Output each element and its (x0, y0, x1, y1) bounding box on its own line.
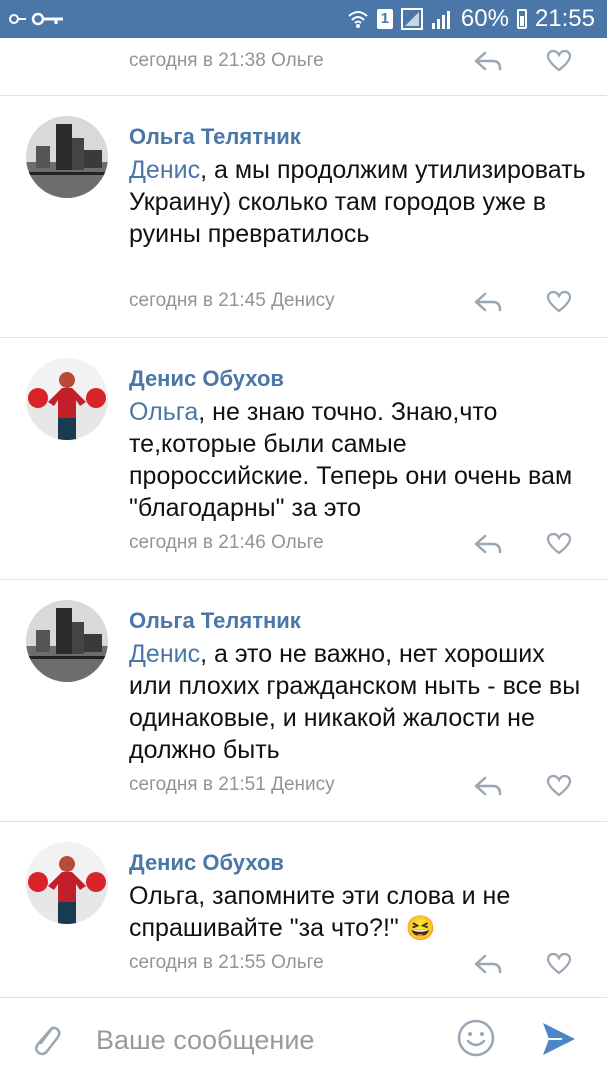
comment-item: Денис Обухов Ольга, запомните эти слова … (0, 822, 607, 995)
comment-item: Ольга Телятник Денис, а мы продолжим ути… (0, 96, 607, 338)
reply-icon[interactable] (473, 532, 503, 556)
sim-badge: 1 (376, 9, 393, 29)
reply-icon[interactable] (473, 290, 503, 314)
comment-text: Денис, а мы продолжим утилизировать Укра… (129, 156, 586, 248)
comment-meta: сегодня в 21:55 Ольге (129, 952, 324, 973)
laughing-emoji-icon: 😆 (405, 915, 436, 942)
comment-text: Ольга, запомните эти слова и не спрашива… (129, 882, 511, 942)
comment-meta: сегодня в 21:51 Денису (129, 774, 335, 795)
reply-icon[interactable] (473, 774, 503, 798)
battery-icon (516, 9, 527, 29)
comment-meta: сегодня в 21:38 Ольге (129, 50, 324, 71)
comment-mention[interactable]: Денис (129, 640, 200, 668)
heart-icon[interactable] (546, 952, 572, 976)
avatar[interactable] (26, 842, 108, 924)
avatar[interactable] (26, 116, 108, 198)
clock: 21:55 (534, 5, 595, 32)
send-icon[interactable] (540, 1020, 578, 1058)
comment-meta: сегодня в 21:45 Денису (129, 290, 335, 311)
message-composer (0, 997, 607, 1080)
comment-item: Денис Обухов Ольга, не знаю точно. Знаю,… (0, 338, 607, 580)
avatar[interactable] (26, 600, 108, 682)
comment-author[interactable]: Ольга Телятник (129, 608, 301, 634)
avatar[interactable] (26, 358, 108, 440)
comment-text: Денис, а это не важно, нет хороших или п… (129, 640, 581, 764)
paperclip-icon[interactable] (28, 1020, 64, 1060)
comment-author[interactable]: Ольга Телятник (129, 124, 301, 150)
comment-item: Ольга Телятник Денис, а это не важно, не… (0, 580, 607, 822)
battery-percent: 60% (460, 5, 509, 32)
comments-feed[interactable]: у сегодня в 21:38 Ольге Ольга Телятник Д… (0, 38, 607, 995)
reply-icon[interactable] (473, 49, 503, 73)
smiley-icon[interactable] (456, 1018, 496, 1058)
signal-bars-icon (431, 8, 453, 30)
comment-meta: сегодня в 21:46 Ольге (129, 532, 324, 553)
comment-item: у сегодня в 21:38 Ольге (0, 38, 607, 96)
reply-icon[interactable] (473, 952, 503, 976)
comment-author[interactable]: Денис Обухов (129, 366, 284, 392)
comment-author[interactable]: Денис Обухов (129, 850, 284, 876)
comment-mention[interactable]: Ольга (129, 398, 198, 426)
wifi-icon (347, 9, 369, 29)
key-icon (8, 10, 66, 33)
message-input[interactable] (96, 1018, 426, 1062)
status-bar: 1 60% 21:55 (0, 0, 607, 38)
heart-icon[interactable] (546, 532, 572, 556)
heart-icon[interactable] (546, 49, 572, 73)
heart-icon[interactable] (546, 774, 572, 798)
comment-mention[interactable]: Денис (129, 156, 200, 184)
signal-icon (400, 8, 423, 30)
heart-icon[interactable] (546, 290, 572, 314)
comment-text: Ольга, не знаю точно. Знаю,что те,которы… (129, 398, 573, 522)
